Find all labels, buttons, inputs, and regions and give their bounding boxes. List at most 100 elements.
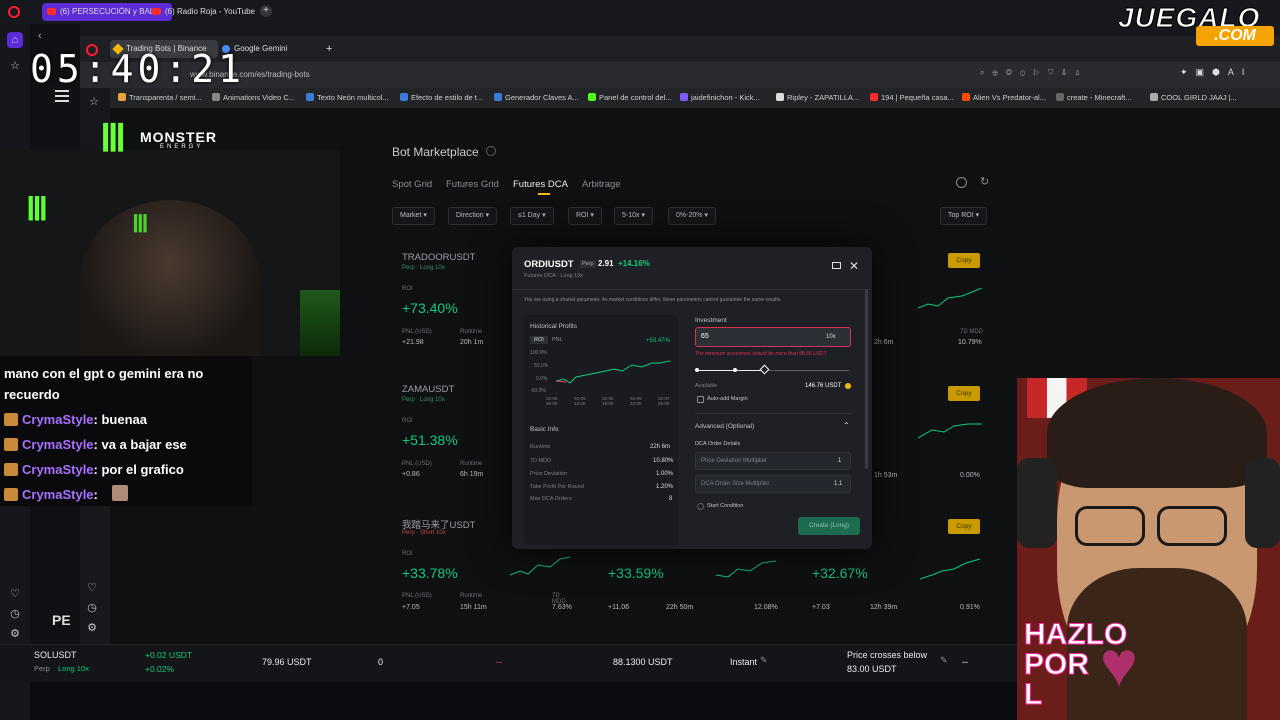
tab-spot-grid[interactable]: Spot Grid <box>392 179 432 190</box>
headphones-icon <box>1245 458 1280 548</box>
card-roi: +33.78% <box>402 565 458 581</box>
monster-claw-icon: Ⅲ <box>132 211 149 238</box>
mini-chart <box>918 423 982 439</box>
bottom-zero: 0 <box>378 657 384 667</box>
avatar-hair <box>1047 378 1267 488</box>
bottom-pnl: +0.02 USDT <box>145 650 193 660</box>
refresh-icon[interactable]: ↻ <box>980 175 989 188</box>
pnl-toggle[interactable]: PNL <box>552 337 563 343</box>
auto-margin-checkbox[interactable] <box>697 396 704 403</box>
card-runtime: 12h 39m <box>870 604 898 611</box>
bookmark-12[interactable]: COOL GIRLD JAAJ |... <box>1150 88 1237 108</box>
juegalo-com: .COM <box>1196 26 1274 46</box>
copy-button[interactable]: Copy <box>948 386 980 401</box>
badge-icon <box>4 463 18 476</box>
bottom-cond1: Price crosses below <box>847 650 928 660</box>
filter-leverage[interactable]: 5-10x ▾ <box>614 207 653 225</box>
settings-icon[interactable]: ⚙ <box>7 626 23 642</box>
toolbar-icons[interactable]: ⌕⊕◎⊙▷♡⇩♙ <box>980 68 1160 80</box>
monster-logo-icon: Ⅲ <box>100 118 127 160</box>
price-dev-mult-input[interactable]: Price Deviation Multiplier 1 <box>695 452 851 470</box>
inner-history-icon[interactable]: ◷ <box>84 600 100 616</box>
filter-direction[interactable]: Direction ▾ <box>448 207 498 225</box>
dca-size-mult-input[interactable]: DCA Order Size Multiplier 1.1 <box>695 475 851 493</box>
copy-bot-modal: ORDIUSDT Perp 2.91 +14.16% Futures DCA ·… <box>512 247 872 549</box>
inner-settings-icon[interactable]: ⚙ <box>84 620 100 636</box>
sticker-emote <box>112 485 128 501</box>
heart-icon[interactable]: ♡ <box>7 586 23 602</box>
bookmark-5[interactable]: Generador Claves A... <box>494 88 579 108</box>
edit-icon[interactable]: ✎ <box>760 655 768 666</box>
filter-market[interactable]: Market ▾ <box>392 207 435 225</box>
share-icon[interactable] <box>832 262 841 269</box>
bookmark-3[interactable]: Texto Neón multicol... <box>306 88 389 108</box>
mini-chart <box>510 556 570 576</box>
target-icon[interactable] <box>956 177 967 188</box>
investment-input[interactable]: 65 10x <box>695 327 851 347</box>
bookmark-8[interactable]: Ripley - ZAPATILLA... <box>776 88 859 108</box>
inner-heart-icon[interactable]: ♡ <box>84 580 100 596</box>
copy-button[interactable]: Copy <box>948 519 980 534</box>
bookmark-2[interactable]: Animations Video C... <box>212 88 295 108</box>
bookmark-6[interactable]: Panel de control del... <box>588 88 672 108</box>
divider <box>695 413 853 414</box>
bookmark-11[interactable]: create - Minecraft... <box>1056 88 1132 108</box>
webcam-feed: Ⅲ Ⅲ <box>0 150 340 356</box>
star-icon[interactable]: ☆ <box>7 58 23 74</box>
inner-star-icon[interactable]: ☆ <box>86 94 102 110</box>
start-condition-radio[interactable] <box>697 503 704 510</box>
copy-button[interactable]: Copy <box>948 253 980 268</box>
tab-futures-dca[interactable]: Futures DCA <box>513 179 568 190</box>
leverage-select[interactable]: 10x <box>826 334 836 340</box>
slider-handle[interactable] <box>759 364 770 375</box>
available-label: Available <box>695 383 718 389</box>
pe-text: PE <box>52 612 71 628</box>
history-icon[interactable]: ◷ <box>7 606 23 622</box>
opera-logo-icon[interactable] <box>8 6 20 18</box>
create-button[interactable]: Create (Long) <box>798 517 860 535</box>
home-icon[interactable]: ⌂ <box>7 32 23 48</box>
card-pnl: +0.86 <box>402 471 420 478</box>
info-key: Runtime <box>530 444 551 450</box>
advanced-toggle[interactable]: Advanced (Optional) <box>695 423 754 430</box>
divider <box>512 289 872 290</box>
bookmark-1[interactable]: Transparenta / semi... <box>118 88 202 108</box>
modal-scrollbar[interactable] <box>865 289 868 469</box>
info-value: 1.00% <box>656 471 674 477</box>
badge-icon <box>4 413 18 426</box>
bookmark-7[interactable]: jaidefinichon - Kick... <box>680 88 760 108</box>
bookmark-4[interactable]: Efecto de estilo de t... <box>400 88 483 108</box>
card-pnl: +21.98 <box>402 339 424 346</box>
extension-icons[interactable]: ✦▣⬢AI <box>1180 67 1270 81</box>
back-icon[interactable]: ‹ <box>38 30 42 42</box>
inner-new-tab-icon[interactable]: + <box>326 43 332 55</box>
url-field[interactable]: www.binance.com/es/trading-bots <box>190 66 990 84</box>
historical-value: +53.47% <box>646 338 670 344</box>
bookmark-10[interactable]: Alien Vs Predator-al... <box>962 88 1046 108</box>
bottom-trigger: Instant <box>730 657 758 667</box>
filter-roi[interactable]: ROI ▾ <box>568 207 602 225</box>
card-sub: Perp · Long 10x <box>402 397 445 403</box>
bookmark-9[interactable]: 194 | Pequeña casa... <box>870 88 954 108</box>
tab-arbitrage[interactable]: Arbitrage <box>582 179 621 190</box>
card-roi: +73.40% <box>402 300 458 316</box>
sort-select[interactable]: Top ROI ▾ <box>940 207 988 225</box>
edit-icon[interactable]: ✎ <box>940 655 948 666</box>
filter-runtime[interactable]: ≤1 Day ▾ <box>510 207 554 225</box>
chevron-up-icon[interactable]: ⌃ <box>843 421 850 430</box>
monster-sub: ENERGY <box>160 144 204 150</box>
outer-tab-radio-roja[interactable]: (6) Radio Roja - YouTube <box>147 3 257 21</box>
filter-roi-range[interactable]: 0%-20% ▾ <box>668 207 716 225</box>
card-pnl: +7.03 <box>812 604 830 611</box>
tab-futures-grid[interactable]: Futures Grid <box>446 179 499 190</box>
roi-toggle[interactable]: ROI <box>530 336 548 344</box>
close-icon[interactable]: ✕ <box>849 259 859 273</box>
new-tab-icon[interactable]: + <box>260 5 272 17</box>
chat-message: mano con el gpt o gemini era no <box>4 366 204 381</box>
slider-dot <box>695 368 699 372</box>
card-mdd: 0.00% <box>960 472 980 479</box>
menu-icon[interactable] <box>55 90 69 102</box>
card-roi: +32.67% <box>812 565 868 581</box>
info-icon[interactable] <box>486 146 496 156</box>
monster-can <box>300 290 340 356</box>
